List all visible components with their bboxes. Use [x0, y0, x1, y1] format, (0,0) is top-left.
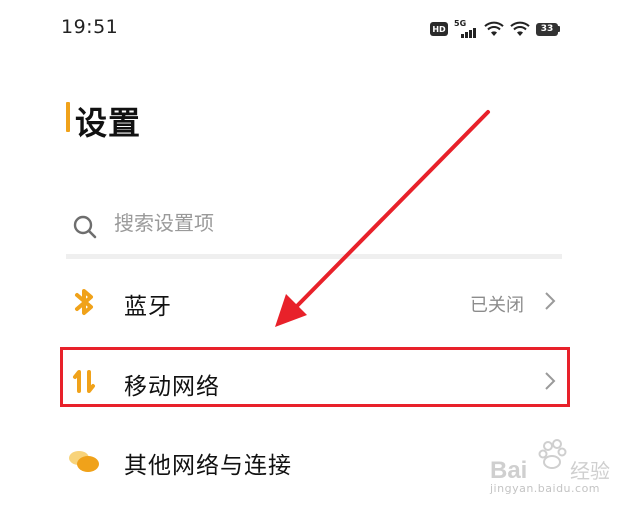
svg-text:经验: 经验	[570, 459, 610, 483]
status-icons: HD 5G 33	[430, 18, 560, 40]
other-connections-icon	[69, 451, 99, 472]
status-time: 19:51	[61, 16, 119, 38]
battery-icon: 33	[536, 22, 560, 36]
bluetooth-status: 已关闭	[470, 295, 524, 316]
svg-text:Bai: Bai	[490, 457, 527, 484]
bluetooth-icon	[75, 289, 93, 315]
wifi-icon-secondary	[510, 21, 530, 36]
settings-item-bluetooth[interactable]: 蓝牙 已关闭	[66, 277, 566, 327]
page-title: 设置	[75, 104, 142, 142]
search-bar[interactable]	[70, 205, 560, 247]
battery-level: 33	[536, 22, 558, 36]
settings-item-label: 蓝牙	[124, 294, 172, 320]
search-input[interactable]	[114, 211, 514, 235]
search-icon	[73, 215, 97, 239]
cellular-signal-icon: 5G	[454, 19, 478, 39]
annotation-highlight-box	[60, 347, 570, 407]
title-accent-bar	[66, 102, 70, 132]
wifi-icon	[484, 21, 504, 36]
divider	[66, 254, 562, 259]
network-type-label: 5G	[454, 19, 467, 28]
watermark-url: jingyan.baidu.com	[490, 482, 601, 495]
hd-badge: HD	[430, 22, 448, 36]
chevron-right-icon	[545, 292, 556, 310]
settings-item-label: 其他网络与连接	[124, 453, 292, 479]
